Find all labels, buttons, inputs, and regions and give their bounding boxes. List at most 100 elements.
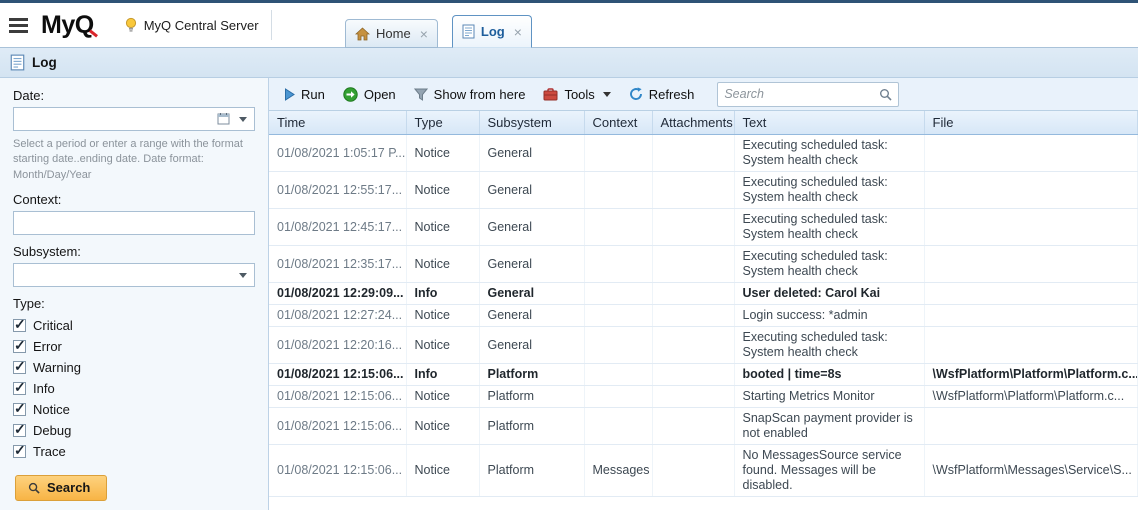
show-from-here-label: Show from here — [434, 87, 526, 102]
brand-logo[interactable]: MyQ — [41, 11, 94, 40]
context-label: Context: — [13, 192, 255, 207]
cell-file — [924, 305, 1138, 327]
cell-file — [924, 246, 1138, 283]
type-checkbox-option[interactable]: Critical — [13, 315, 255, 336]
table-row[interactable]: 01/08/2021 12:45:17... Notice General Ex… — [269, 209, 1138, 246]
cell-time: 01/08/2021 12:55:17... — [269, 172, 406, 209]
cell-subsystem: Platform — [479, 364, 584, 386]
search-button[interactable]: Search — [15, 475, 107, 501]
log-main-panel: Run Open Show from here — [269, 78, 1138, 510]
column-header[interactable]: Attachments — [652, 111, 734, 135]
cell-file — [924, 283, 1138, 305]
table-row[interactable]: 01/08/2021 12:35:17... Notice General Ex… — [269, 246, 1138, 283]
checkbox-icon[interactable] — [13, 361, 26, 374]
cell-text: Starting Metrics Monitor — [734, 386, 924, 408]
search-button-label: Search — [47, 480, 90, 495]
search-input[interactable] — [724, 87, 879, 101]
show-from-here-button[interactable]: Show from here — [405, 84, 535, 105]
cell-text: Login success: *admin — [734, 305, 924, 327]
hamburger-menu-icon[interactable] — [9, 15, 28, 36]
cell-time: 01/08/2021 12:15:06... — [269, 408, 406, 445]
open-button[interactable]: Open — [334, 84, 405, 105]
checkbox-icon[interactable] — [13, 424, 26, 437]
date-picker — [13, 107, 255, 131]
lightbulb-icon — [124, 17, 138, 33]
run-play-icon — [284, 88, 295, 101]
checkbox-icon[interactable] — [13, 319, 26, 332]
cell-file: \WsfPlatform\Platform\Platform.c... — [924, 364, 1138, 386]
close-icon[interactable] — [514, 25, 522, 39]
column-header[interactable]: Context — [584, 111, 652, 135]
column-header[interactable]: Subsystem — [479, 111, 584, 135]
checkbox-icon[interactable] — [13, 382, 26, 395]
checkbox-icon[interactable] — [13, 403, 26, 416]
cell-context — [584, 135, 652, 172]
context-input[interactable] — [13, 211, 255, 235]
cell-attachments — [652, 305, 734, 327]
table-row[interactable]: 01/08/2021 12:15:06... Notice Platform S… — [269, 408, 1138, 445]
cell-context: Messages — [584, 445, 652, 497]
subsystem-label: Subsystem: — [13, 244, 255, 259]
subsystem-input[interactable] — [13, 263, 255, 287]
type-checkbox-option[interactable]: Trace — [13, 441, 255, 462]
cell-text: Executing scheduled task: System health … — [734, 172, 924, 209]
top-bar: MyQ MyQ Central Server Home Log — [0, 3, 1138, 48]
calendar-icon[interactable] — [217, 112, 230, 125]
tab-home[interactable]: Home — [345, 19, 438, 48]
table-row[interactable]: 01/08/2021 1:05:17 P... Notice General E… — [269, 135, 1138, 172]
cell-time: 01/08/2021 12:15:06... — [269, 445, 406, 497]
column-header[interactable]: Type — [406, 111, 479, 135]
cell-text: booted | time=8s — [734, 364, 924, 386]
server-label-text: MyQ Central Server — [144, 18, 259, 33]
cell-time: 01/08/2021 1:05:17 P... — [269, 135, 406, 172]
tools-button[interactable]: Tools — [534, 84, 619, 105]
run-button[interactable]: Run — [275, 84, 334, 105]
column-header[interactable]: File — [924, 111, 1138, 135]
table-row[interactable]: 01/08/2021 12:15:06... Notice Platform M… — [269, 445, 1138, 497]
cell-time: 01/08/2021 12:20:16... — [269, 327, 406, 364]
subsystem-select[interactable] — [13, 263, 255, 287]
close-icon[interactable] — [420, 27, 428, 41]
run-button-label: Run — [301, 87, 325, 102]
table-row[interactable]: 01/08/2021 12:27:24... Notice General Lo… — [269, 305, 1138, 327]
cell-text: SnapScan payment provider is not enabled — [734, 408, 924, 445]
table-row[interactable]: 01/08/2021 12:15:06... Notice Platform S… — [269, 386, 1138, 408]
type-checkbox-option[interactable]: Error — [13, 336, 255, 357]
table-row[interactable]: 01/08/2021 12:55:17... Notice General Ex… — [269, 172, 1138, 209]
type-option-label: Critical — [33, 318, 73, 333]
table-row[interactable]: 01/08/2021 12:29:09... Info General User… — [269, 283, 1138, 305]
type-checkbox-option[interactable]: Warning — [13, 357, 255, 378]
refresh-button[interactable]: Refresh — [620, 84, 704, 105]
server-label: MyQ Central Server — [124, 17, 259, 33]
search-icon[interactable] — [879, 88, 892, 101]
cell-time: 01/08/2021 12:15:06... — [269, 364, 406, 386]
cell-attachments — [652, 246, 734, 283]
table-row[interactable]: 01/08/2021 12:20:16... Notice General Ex… — [269, 327, 1138, 364]
cell-context — [584, 283, 652, 305]
tab-log[interactable]: Log — [452, 15, 532, 48]
type-checkbox-option[interactable]: Debug — [13, 420, 255, 441]
type-checkbox-option[interactable]: Info — [13, 378, 255, 399]
log-table: Time Type Subsystem Context Attachments … — [269, 111, 1138, 497]
checkbox-icon[interactable] — [13, 445, 26, 458]
checkbox-icon[interactable] — [13, 340, 26, 353]
tab-home-label: Home — [376, 26, 411, 41]
cell-attachments — [652, 135, 734, 172]
cell-subsystem: Platform — [479, 445, 584, 497]
type-checkbox-option[interactable]: Notice — [13, 399, 255, 420]
log-page-icon — [462, 24, 475, 39]
filter-sidebar: Date: Select a period or enter a range w… — [0, 78, 269, 510]
cell-type: Notice — [406, 305, 479, 327]
open-arrow-icon — [343, 87, 358, 102]
chevron-down-icon[interactable] — [239, 117, 247, 122]
toolbox-icon — [543, 88, 558, 101]
cell-text: Executing scheduled task: System health … — [734, 209, 924, 246]
page-title-bar: Log — [0, 48, 1138, 78]
search-icon — [28, 482, 40, 494]
table-row[interactable]: 01/08/2021 12:15:06... Info Platform boo… — [269, 364, 1138, 386]
log-table-container: Time Type Subsystem Context Attachments … — [269, 111, 1138, 510]
chevron-down-icon[interactable] — [239, 273, 247, 278]
cell-attachments — [652, 283, 734, 305]
column-header[interactable]: Text — [734, 111, 924, 135]
column-header[interactable]: Time — [269, 111, 406, 135]
